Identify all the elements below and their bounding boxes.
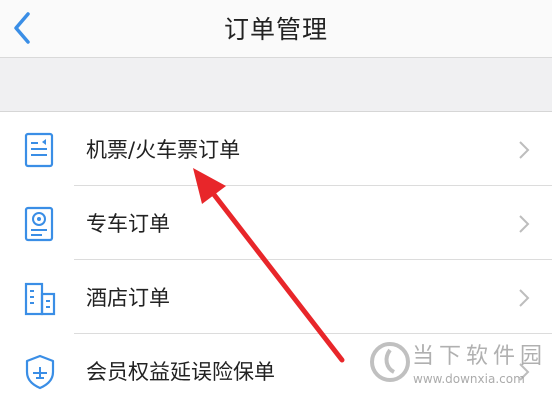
menu-item-label: 酒店订单: [86, 286, 170, 310]
menu-item-flight-train-orders[interactable]: 机票/火车票订单: [0, 112, 552, 186]
car-document-icon: [24, 206, 54, 242]
section-spacer: [0, 58, 552, 112]
menu-item-delay-insurance[interactable]: 会员权益延误险保单: [0, 334, 552, 405]
chevron-right-icon: [519, 363, 530, 381]
nav-bar: 订单管理: [0, 0, 552, 58]
menu-item-label: 机票/火车票订单: [86, 138, 241, 162]
chevron-right-icon: [519, 215, 530, 233]
ticket-document-icon: [24, 132, 54, 168]
order-menu-list: 机票/火车票订单 专车订单 酒店订单 会员权益延误险保单: [0, 112, 552, 405]
hotel-building-icon: [24, 282, 56, 316]
menu-item-hotel-orders[interactable]: 酒店订单: [0, 260, 552, 334]
menu-item-car-orders[interactable]: 专车订单: [0, 186, 552, 260]
chevron-right-icon: [519, 141, 530, 159]
menu-item-label: 会员权益延误险保单: [86, 360, 275, 384]
menu-item-label: 专车订单: [86, 212, 170, 236]
shield-plane-icon: [25, 354, 55, 390]
page-title: 订单管理: [223, 15, 328, 44]
chevron-right-icon: [519, 289, 530, 307]
